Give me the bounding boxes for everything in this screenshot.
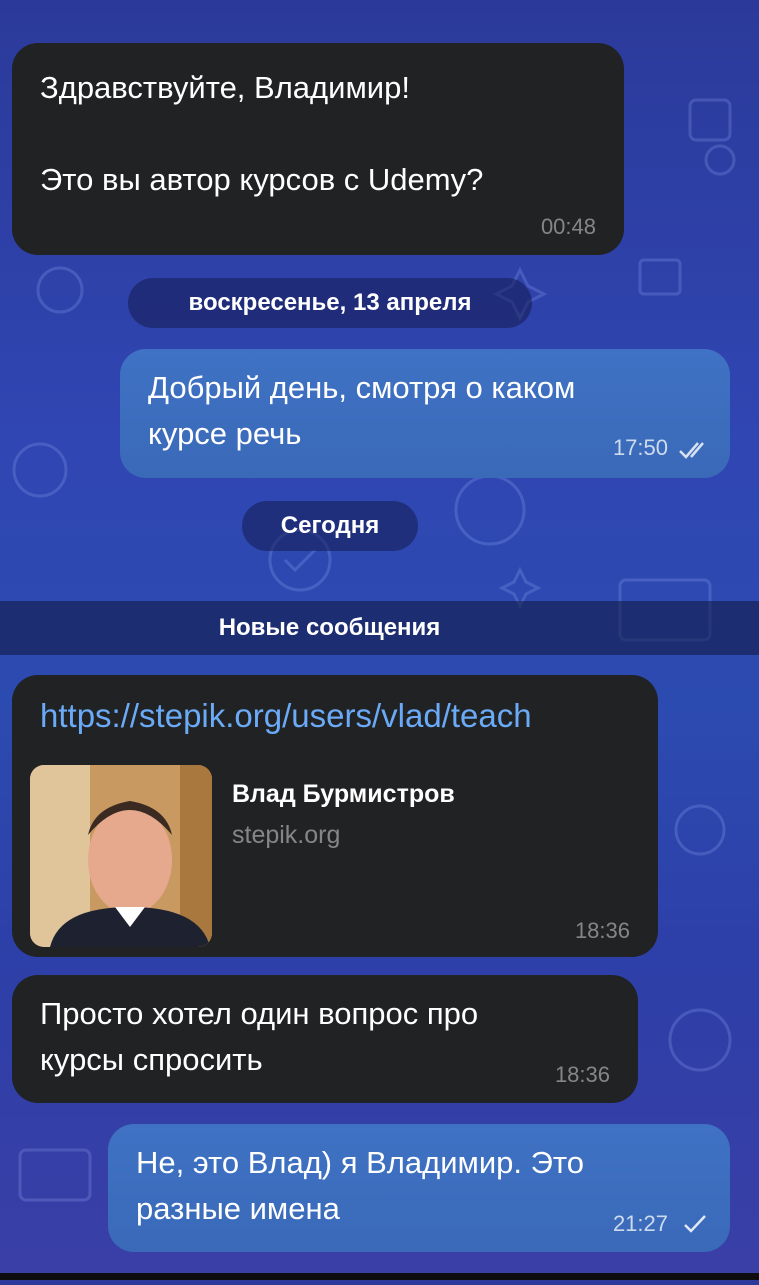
- message-text: Здравствуйте, Владимир! Это вы автор кур…: [40, 70, 484, 197]
- incoming-message[interactable]: Здравствуйте, Владимир! Это вы автор кур…: [12, 43, 624, 255]
- new-messages-divider: Новые сообщения: [0, 601, 759, 655]
- link-preview-site: stepik.org: [232, 821, 341, 849]
- message-time: 21:27: [612, 1211, 668, 1236]
- new-messages-label: Новые сообщения: [218, 614, 441, 641]
- double-check-icon: [679, 442, 704, 459]
- outgoing-message[interactable]: Не, это Влад) я Владимир. Это разные име…: [108, 1124, 730, 1252]
- link-preview-title: Влад Бурмистров: [232, 780, 455, 808]
- bottom-edge: [0, 1273, 759, 1280]
- message-time: 00:48: [540, 214, 596, 239]
- message-link[interactable]: https://stepik.org/users/vlad/teach: [40, 693, 630, 739]
- date-separator: воскресенье, 13 апреля: [128, 278, 532, 328]
- date-separator: Сегодня: [242, 501, 418, 551]
- message-time: 18:36: [554, 1062, 610, 1087]
- outgoing-message[interactable]: Добрый день, смотря о каком курсе речь 1…: [120, 349, 730, 478]
- message-time: 17:50: [612, 435, 668, 460]
- check-icon: [684, 1215, 706, 1233]
- incoming-message[interactable]: Просто хотел один вопрос про курсы спрос…: [12, 975, 638, 1103]
- link-preview-photo[interactable]: [30, 765, 212, 947]
- message-time: 18:36: [574, 918, 630, 943]
- incoming-link-message[interactable]: https://stepik.org/users/vlad/teach Влад…: [12, 675, 658, 957]
- message-text: Просто хотел один вопрос про курсы спрос…: [40, 996, 479, 1077]
